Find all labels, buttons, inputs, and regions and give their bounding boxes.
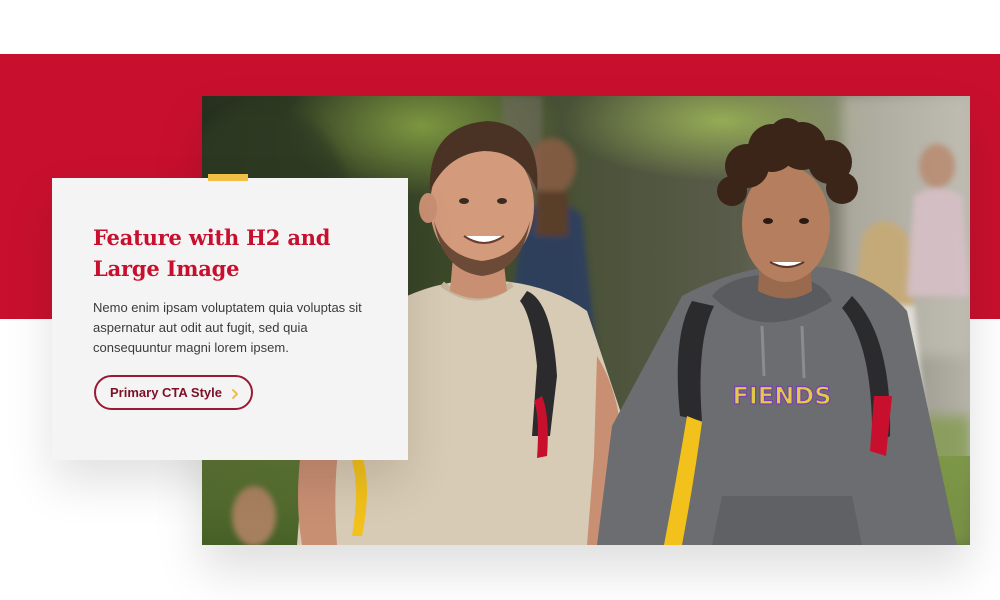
primary-cta-button[interactable]: Primary CTA Style xyxy=(94,375,253,410)
card-accent-bar xyxy=(208,174,248,181)
primary-cta-label: Primary CTA Style xyxy=(110,385,222,400)
feature-heading: Feature with H2 and Large Image xyxy=(93,225,331,281)
shirt-graphic-text: FIENDS xyxy=(732,382,831,410)
chevron-right-icon xyxy=(230,387,240,399)
feature-body-text: Nemo enim ipsam voluptatem quia voluptas… xyxy=(93,300,362,355)
feature-section: FIENDS Feature with H2 and Large Image N… xyxy=(0,0,1000,600)
feature-card: Feature with H2 and Large Image Nemo eni… xyxy=(52,174,408,460)
